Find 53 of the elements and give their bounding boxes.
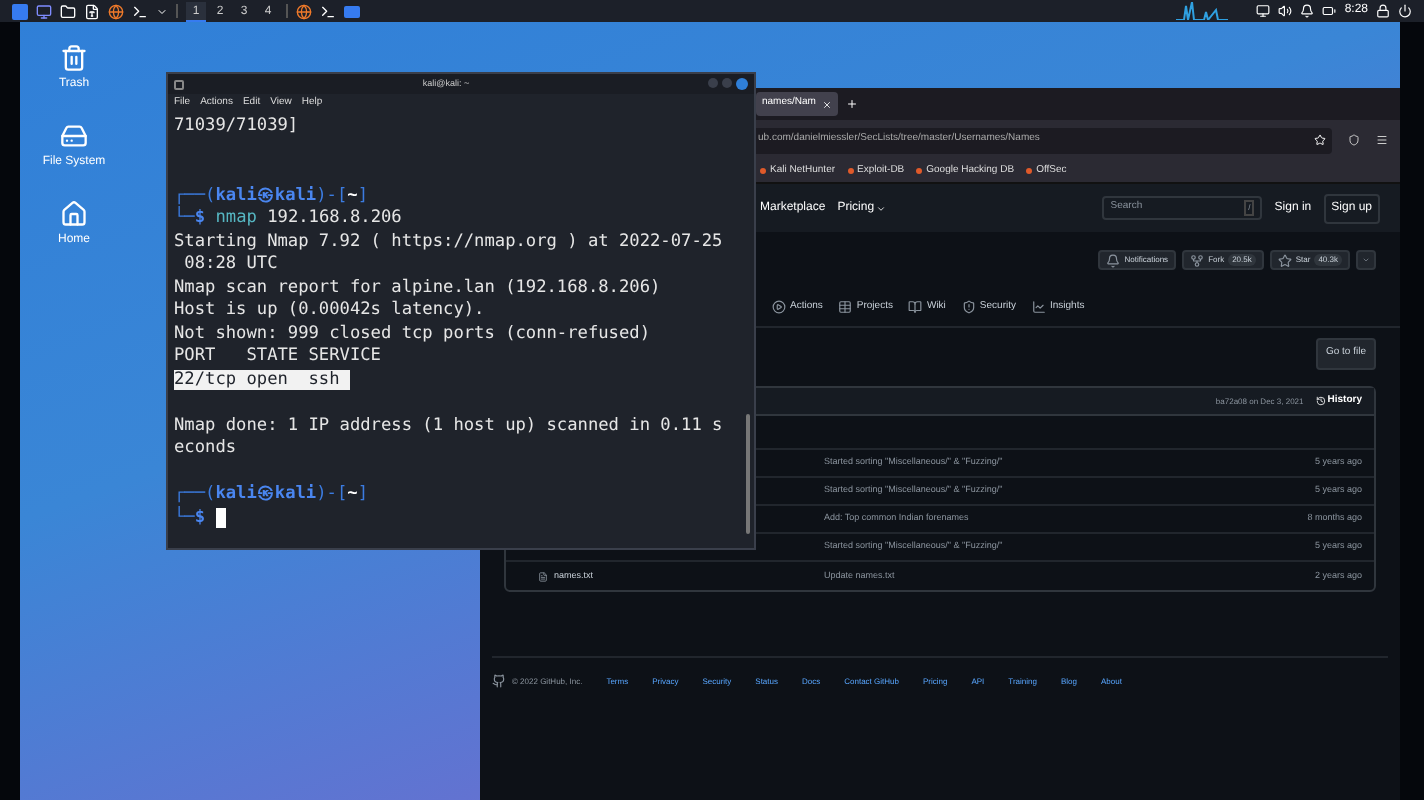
window-icon[interactable]: [344, 5, 360, 17]
battery-icon[interactable]: [1322, 4, 1337, 18]
activity-graph-icon: [1176, 2, 1229, 20]
monitor-icon[interactable]: [36, 3, 52, 19]
terminal-icon[interactable]: [320, 3, 336, 19]
display-icon[interactable]: [1256, 4, 1271, 18]
github-logo-icon: [492, 674, 506, 688]
window-icon: [174, 79, 184, 89]
play-icon: [772, 300, 786, 314]
shield-icon[interactable]: [1348, 134, 1360, 146]
volume-icon[interactable]: [1278, 4, 1293, 18]
drive-icon: [60, 122, 88, 150]
document-icon[interactable]: [84, 3, 100, 19]
terminal-output: Host is up (0.00042s latency).: [174, 300, 485, 320]
trash-icon: [60, 44, 88, 72]
history-icon: [1315, 396, 1326, 406]
prompt-line: ┌──(kali㉿kali)-[~]: [174, 484, 369, 506]
terminal-output: Nmap done: 1 IP address (1 host up) scanned in 0.11 s: [174, 415, 723, 435]
file-icon: [538, 571, 548, 581]
terminal-output: econds: [174, 438, 237, 458]
book-icon: [908, 300, 923, 314]
prompt-line: └─$ nmap 192.168.8.206: [174, 208, 402, 231]
terminal-output: Starting Nmap 7.92 ( https://nmap.org ) at 2022-07-25: [174, 231, 723, 251]
notification-icon[interactable]: [1300, 4, 1315, 18]
scrollbar[interactable]: [746, 414, 750, 534]
table-icon: [838, 300, 853, 314]
prompt-line: ┌──(kali㉿kali)-[~]: [174, 185, 369, 206]
home-icon: [59, 200, 88, 228]
terminal-output: 71039/71039]: [174, 116, 299, 136]
globe-icon[interactable]: [108, 3, 124, 19]
star-icon: [1277, 253, 1292, 267]
terminal-output: Nmap scan report for alpine.lan (192.168.8.206): [174, 277, 661, 297]
caret-icon[interactable]: [156, 5, 168, 17]
shield-icon: [961, 300, 976, 314]
app-menu-icon[interactable]: [12, 3, 28, 19]
selected-output: 22/tcp open ssh: [174, 369, 350, 389]
power-icon[interactable]: [1398, 4, 1412, 18]
terminal-icon[interactable]: [132, 3, 148, 19]
globe-icon[interactable]: [296, 3, 312, 19]
fork-icon: [1190, 253, 1205, 267]
lock-icon[interactable]: [1376, 4, 1390, 18]
caret-icon: [876, 203, 887, 213]
bell-icon: [1106, 253, 1121, 267]
terminal-output: 08:28 UTC: [182, 254, 278, 274]
terminal-output: Not shown: 999 closed tcp ports (conn-refused): [174, 323, 650, 343]
close-button[interactable]: [736, 78, 748, 90]
bookmark-star-icon[interactable]: [1314, 134, 1326, 146]
folder-icon[interactable]: [60, 3, 76, 19]
new-tab-icon[interactable]: [845, 98, 858, 110]
graph-icon: [1031, 300, 1046, 314]
terminal-output: PORT STATE SERVICE: [174, 346, 381, 366]
prompt-line: └─$: [174, 507, 208, 530]
menu-icon[interactable]: [1376, 134, 1388, 146]
